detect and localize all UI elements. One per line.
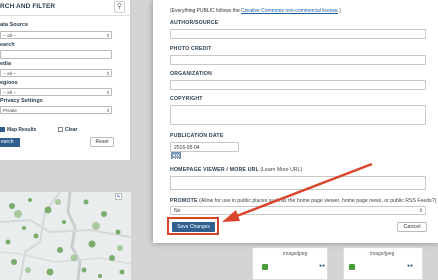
annotation-arrow: [222, 162, 373, 222]
cancel-button[interactable]: Cancel: [397, 222, 427, 232]
save-changes-button[interactable]: Save Changes: [172, 222, 215, 232]
